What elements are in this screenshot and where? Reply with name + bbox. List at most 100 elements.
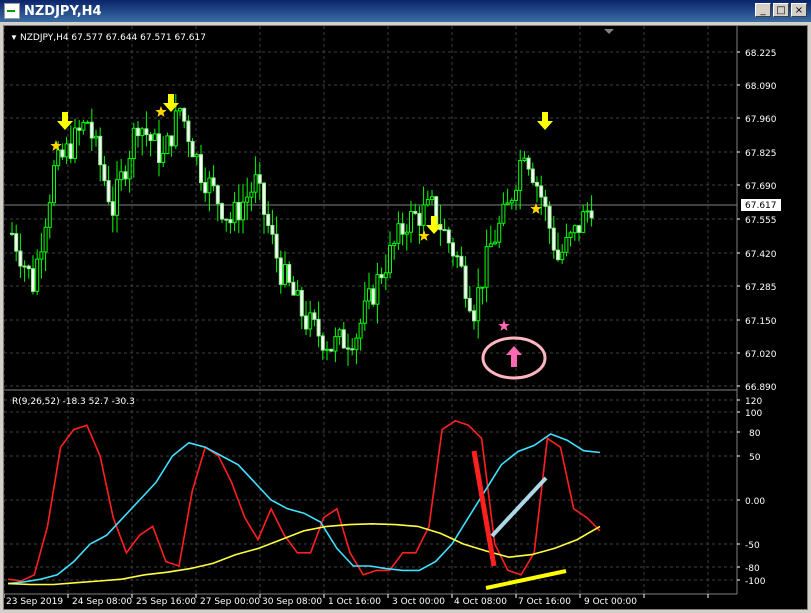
candle-body: [572, 225, 577, 234]
candle-body: [446, 229, 451, 244]
current-price-label: 67.617: [745, 201, 777, 211]
candle-body: [85, 121, 90, 124]
candle-body: [463, 265, 468, 299]
candle-body: [278, 257, 283, 285]
candle-body: [18, 250, 23, 267]
candle-body: [253, 174, 258, 193]
star-icon: [498, 320, 510, 331]
candle-body: [497, 222, 502, 243]
maximize-button[interactable]: □: [773, 3, 789, 17]
candle-body: [476, 287, 481, 322]
candle-body: [560, 251, 565, 261]
candle-body: [325, 348, 329, 351]
candle-body: [505, 202, 510, 205]
candle-body: [329, 348, 334, 352]
candle-body: [211, 177, 216, 187]
candle-body: [539, 185, 544, 198]
level-label: 80: [749, 429, 761, 439]
window-title: NZDJPY,H4: [24, 3, 102, 19]
candle-body: [43, 226, 48, 253]
candle-body: [169, 135, 174, 147]
candle-body: [207, 177, 212, 194]
level-label: -100: [745, 577, 766, 587]
close-button[interactable]: ×: [791, 3, 807, 17]
candle-body: [215, 185, 220, 205]
grid: [4, 26, 740, 598]
candle-body: [467, 297, 472, 312]
candle-body: [165, 135, 170, 155]
candle-body: [115, 179, 119, 216]
candle-body: [585, 210, 590, 213]
price-label: 67.020: [745, 350, 777, 360]
candle-body: [26, 265, 31, 270]
candle-body: [266, 213, 271, 226]
candle-body: [64, 143, 69, 158]
level-label: 120: [745, 397, 762, 407]
candle-body: [110, 201, 115, 216]
price-label: 67.690: [745, 182, 777, 192]
candle-body: [375, 274, 380, 305]
candle-body: [556, 249, 560, 261]
candle-body: [568, 232, 573, 238]
candle-body: [341, 329, 346, 349]
candle-body: [190, 140, 195, 158]
chart-canvas[interactable]: NZDJPY,H4 67.577 67.644 67.571 67.617 ▼ …: [4, 26, 807, 609]
candle-body: [333, 336, 338, 352]
candle-body: [127, 158, 132, 180]
candle-body: [421, 204, 426, 226]
candle-body: [392, 242, 397, 247]
candle-body: [245, 196, 250, 203]
candle-body: [220, 203, 224, 220]
candle-body: [199, 154, 203, 184]
price-label: 67.285: [745, 283, 777, 293]
level-label: 50: [749, 453, 761, 463]
candle-body: [564, 236, 569, 253]
candle-body: [455, 255, 460, 258]
candle-body: [371, 288, 376, 305]
shift-marker-icon[interactable]: [604, 29, 614, 34]
candle-body: [236, 201, 241, 221]
candle-body: [295, 289, 300, 296]
candle-body: [47, 202, 52, 228]
candle-body: [291, 281, 296, 296]
chart-area[interactable]: NZDJPY,H4 67.577 67.644 67.571 67.617 ▼ …: [3, 25, 808, 610]
time-label: 9 Oct 00:00: [584, 597, 637, 607]
candle-body: [98, 135, 103, 166]
down-arrow-icon: [426, 216, 442, 234]
candle-body: [577, 225, 581, 233]
candle-body: [94, 135, 98, 139]
candle-body: [157, 133, 161, 163]
chart-window-icon: [4, 3, 20, 19]
indicator-axis: 120 100 80 50 0.00 -50 -80 -100: [745, 397, 766, 587]
title-bar[interactable]: NZDJPY,H4 _ □ ×: [0, 0, 811, 22]
chart-window-frame: NZDJPY,H4 67.577 67.644 67.571 67.617 ▼ …: [0, 22, 811, 613]
candle-body: [442, 229, 447, 232]
candle-body: [173, 110, 178, 147]
candle-body: [316, 318, 321, 337]
candle-body: [249, 191, 254, 198]
star-icon: [418, 230, 430, 241]
candle-body: [530, 168, 535, 183]
candle-body: [194, 154, 199, 158]
candle-body: [148, 134, 153, 141]
candle-body: [152, 133, 157, 141]
candle-body: [522, 157, 527, 161]
candle-body: [102, 164, 107, 182]
candle-body: [535, 181, 539, 187]
candle-body: [404, 231, 409, 235]
time-label: 23 Sep 2019: [6, 597, 63, 607]
candle-body: [451, 242, 455, 257]
collapse-icon[interactable]: ▼: [10, 33, 18, 42]
candle-body: [274, 233, 279, 259]
candle-body: [68, 143, 73, 159]
minimize-button[interactable]: _: [755, 3, 771, 17]
indicator-header: R(9,26,52) -18.3 52.7 -30.3: [12, 397, 135, 407]
candle-body: [417, 212, 422, 226]
star-icon: [50, 140, 62, 151]
candle-body: [131, 127, 136, 160]
candle-body: [396, 223, 401, 244]
star-icon: [155, 106, 167, 117]
candle-body: [308, 312, 313, 330]
candle-body: [60, 149, 65, 158]
candle-body: [119, 171, 124, 181]
